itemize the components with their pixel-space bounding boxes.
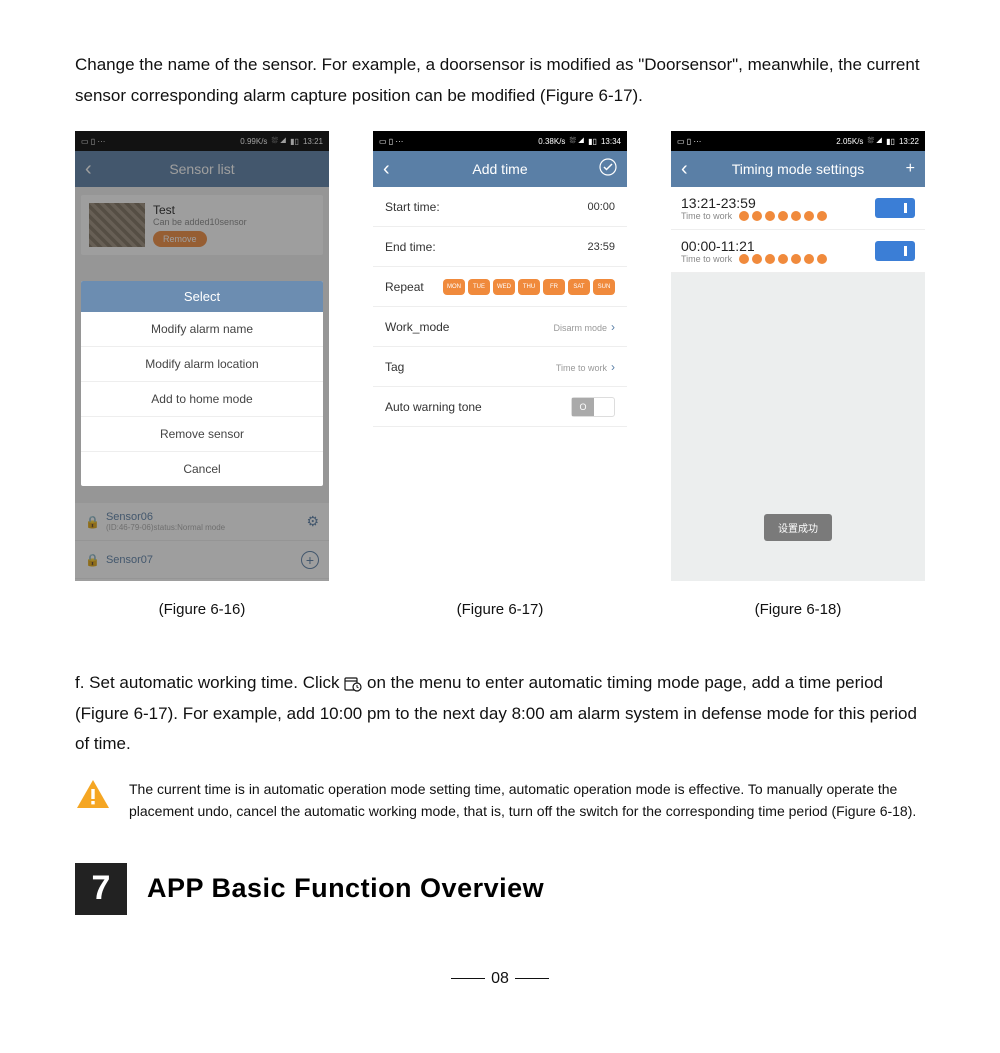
day-thu[interactable]: THU <box>518 279 540 295</box>
phone-figure-6-18: ▭ ▯ ··· 2.05K/s ⛆ ◢ ▮▯ 13:22 ‹ Timing mo… <box>671 131 925 581</box>
nav-title: Timing mode settings <box>732 161 865 177</box>
row-repeat[interactable]: Repeat MON TUE WED THU FR SAT SUN <box>373 267 627 307</box>
caption-6-16: (Figure 6-16) <box>75 601 329 618</box>
wifi-icon: ⛆ ◢ <box>867 136 882 146</box>
nav-bar: ‹ Timing mode settings + <box>671 151 925 187</box>
value: 23:59 <box>587 241 615 253</box>
toast-success: 设置成功 <box>764 514 832 541</box>
label: Tag <box>385 360 404 374</box>
switch-knob: O <box>572 398 594 416</box>
action-sheet: Select Modify alarm name Modify alarm lo… <box>81 281 323 486</box>
switch-on[interactable] <box>875 198 915 218</box>
entry-sub: Time to work <box>681 211 732 221</box>
wifi-icon: ⛆ ◢ <box>569 136 584 146</box>
section-number-badge: 7 <box>75 863 127 915</box>
warning-text: The current time is in automatic operati… <box>129 778 925 823</box>
nav-bar: ‹ Add time <box>373 151 627 187</box>
timing-entry-2[interactable]: 00:00-11:21 Time to work <box>671 230 925 273</box>
section-f-pre: f. Set automatic working time. Click <box>75 673 344 692</box>
sheet-remove-sensor[interactable]: Remove sensor <box>81 417 323 452</box>
section-7-header: 7 APP Basic Function Overview <box>75 863 925 915</box>
row-auto-warning: Auto warning tone O <box>373 387 627 427</box>
switch-on[interactable] <box>875 241 915 261</box>
battery-icon: ▮▯ <box>886 137 895 146</box>
battery-icon: ▮▯ <box>588 137 597 146</box>
row-end-time[interactable]: End time: 23:59 <box>373 227 627 267</box>
status-time: 13:34 <box>601 137 621 146</box>
warning-row: The current time is in automatic operati… <box>75 778 925 823</box>
label: End time: <box>385 240 436 254</box>
caption-6-18: (Figure 6-18) <box>671 601 925 618</box>
day-mon[interactable]: MON <box>443 279 465 295</box>
sheet-add-home-mode[interactable]: Add to home mode <box>81 382 323 417</box>
day-tue[interactable]: TUE <box>468 279 490 295</box>
phones-row: ▭ ▯ ··· 0.99K/s ⛆ ◢ ▮▯ 13:21 ‹ Sensor li… <box>75 131 925 618</box>
row-work-mode[interactable]: Work_mode Disarm mode › <box>373 307 627 347</box>
label: Start time: <box>385 200 440 214</box>
intro-paragraph: Change the name of the sensor. For examp… <box>75 50 925 111</box>
day-sun[interactable]: SUN <box>593 279 615 295</box>
status-icon: ▭ ▯ ··· <box>379 137 403 146</box>
caption-6-17: (Figure 6-17) <box>373 601 627 618</box>
chevron-right-icon: › <box>611 320 615 334</box>
sheet-modify-location[interactable]: Modify alarm location <box>81 347 323 382</box>
days-list: MON TUE WED THU FR SAT SUN <box>443 279 615 295</box>
status-rate: 0.38K/s <box>538 137 565 146</box>
back-icon[interactable]: ‹ <box>681 159 688 179</box>
sheet-cancel[interactable]: Cancel <box>81 452 323 486</box>
entry-sub: Time to work <box>681 254 732 264</box>
label: Work_mode <box>385 320 449 334</box>
phone-figure-6-16: ▭ ▯ ··· 0.99K/s ⛆ ◢ ▮▯ 13:21 ‹ Sensor li… <box>75 131 329 581</box>
sheet-title: Select <box>81 281 323 312</box>
nav-title: Add time <box>472 161 527 177</box>
timing-entry-1[interactable]: 13:21-23:59 Time to work <box>671 187 925 230</box>
value: Time to work <box>556 363 607 373</box>
confirm-icon[interactable] <box>599 158 617 181</box>
row-tag[interactable]: Tag Time to work › <box>373 347 627 387</box>
value: Disarm mode <box>553 323 607 333</box>
label: Repeat <box>385 280 424 294</box>
switch-toggle[interactable]: O <box>571 397 615 417</box>
status-bar: ▭ ▯ ··· 2.05K/s ⛆ ◢ ▮▯ 13:22 <box>671 131 925 151</box>
label: Auto warning tone <box>385 400 482 414</box>
day-wed[interactable]: WED <box>493 279 515 295</box>
section-title: APP Basic Function Overview <box>147 873 544 904</box>
status-icon: ▭ ▯ ··· <box>677 137 701 146</box>
page-number: 08 <box>75 970 925 988</box>
sheet-modify-name[interactable]: Modify alarm name <box>81 312 323 347</box>
row-start-time[interactable]: Start time: 00:00 <box>373 187 627 227</box>
value: 00:00 <box>587 201 615 213</box>
entry-time: 00:00-11:21 <box>681 238 827 254</box>
status-bar: ▭ ▯ ··· 0.38K/s ⛆ ◢ ▮▯ 13:34 <box>373 131 627 151</box>
phone-figure-6-17: ▭ ▯ ··· 0.38K/s ⛆ ◢ ▮▯ 13:34 ‹ Add time <box>373 131 627 581</box>
add-icon[interactable]: + <box>906 160 915 178</box>
status-rate: 2.05K/s <box>836 137 863 146</box>
back-icon[interactable]: ‹ <box>383 159 390 179</box>
entry-time: 13:21-23:59 <box>681 195 827 211</box>
status-time: 13:22 <box>899 137 919 146</box>
section-f-paragraph: f. Set automatic working time. Click on … <box>75 668 925 760</box>
calendar-clock-icon <box>344 676 362 692</box>
page-number-value: 08 <box>491 970 509 987</box>
warning-icon <box>75 778 111 815</box>
day-sat[interactable]: SAT <box>568 279 590 295</box>
day-fri[interactable]: FR <box>543 279 565 295</box>
chevron-right-icon: › <box>611 360 615 374</box>
